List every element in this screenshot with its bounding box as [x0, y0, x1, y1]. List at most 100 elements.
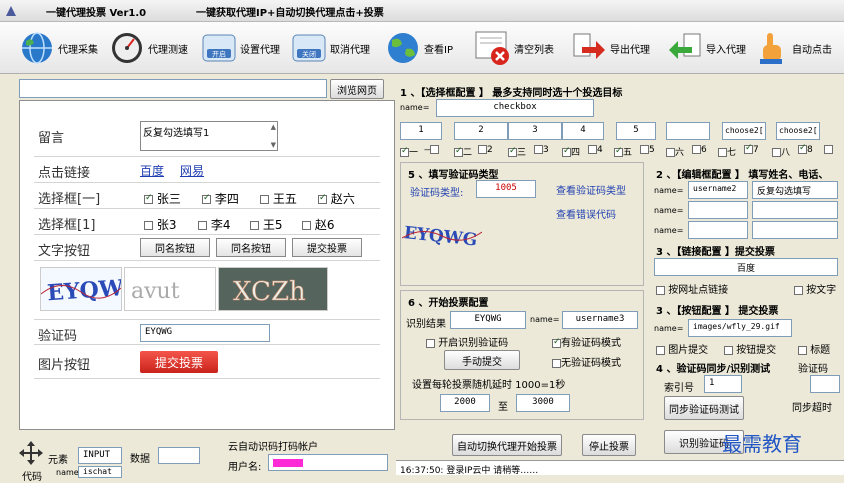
sec1-value-2[interactable]: 2	[454, 122, 508, 140]
sec2-name-input-3[interactable]	[688, 221, 748, 239]
opt-click-by-text[interactable]: 按文字	[794, 281, 836, 296]
attr-value-input[interactable]: ischat	[78, 466, 122, 478]
sec1-check-blank-7[interactable]: 7	[744, 143, 759, 155]
sec1-check-6[interactable]: 六	[666, 145, 684, 158]
sec1-check-9[interactable]	[824, 145, 833, 155]
sec1-check-2[interactable]: 二	[454, 145, 472, 158]
set-proxy-button[interactable]: 开启 设置代理	[200, 28, 280, 68]
checkbox-wangwu[interactable]: 王五	[260, 190, 297, 207]
captcha-type-input[interactable]: 1005	[476, 180, 536, 198]
stop-vote-button[interactable]: 停止投票	[582, 434, 636, 456]
checkbox-lisi[interactable]: 李四	[202, 190, 239, 207]
sec1-check-blank-5[interactable]: 5	[640, 145, 655, 155]
sec1-check-blank-3[interactable]: 3	[534, 145, 549, 155]
sec1-check-3[interactable]: 三	[508, 145, 526, 158]
sec1-check-8[interactable]: 八	[772, 145, 790, 158]
sec1-value-5[interactable]: 5	[616, 122, 656, 140]
browse-webpage-button[interactable]: 浏览网页	[330, 79, 384, 99]
captcha-input[interactable]: EYQWG	[140, 324, 270, 342]
sec1-check-7[interactable]: 七	[718, 145, 736, 158]
result-input[interactable]: EYQWG	[450, 311, 526, 329]
sec2-name-input-1[interactable]: username2	[688, 181, 748, 199]
scroll-down-icon[interactable]: ▼	[271, 141, 276, 149]
captcha-image-3: XCZh	[218, 267, 328, 311]
auto-click-button[interactable]: 自动点击	[752, 28, 832, 68]
move-cross-icon[interactable]	[18, 440, 44, 466]
sec1-check-blank-1[interactable]	[430, 145, 439, 155]
section1-title: 1 、【选择框配置 】 最多支持同时选十个投选目标	[400, 88, 623, 99]
sec1-check-5[interactable]: 五	[614, 145, 632, 158]
sec1-value-7[interactable]: choose2[	[722, 122, 766, 140]
sec1-value-1[interactable]: 1	[400, 122, 442, 140]
sec2-value-input-3[interactable]	[752, 221, 838, 239]
proxy-collect-button[interactable]: 代理采集	[18, 28, 98, 68]
export-proxy-button[interactable]: 导出代理	[570, 28, 650, 68]
clear-list-button[interactable]: 清空列表	[474, 28, 554, 68]
speedometer-icon	[108, 29, 146, 67]
sec2-value-input-2[interactable]	[752, 201, 838, 219]
manual-submit-button[interactable]: 手动提交	[444, 350, 520, 370]
opt-button-submit[interactable]: 按钮提交	[724, 341, 776, 356]
element-input[interactable]: INPUT	[78, 447, 122, 464]
cancel-proxy-button[interactable]: 关闭 取消代理	[290, 28, 370, 68]
sec1-value-3[interactable]: 3	[508, 122, 562, 140]
captcha-image-1: EYQWG	[40, 267, 143, 311]
username-input[interactable]	[268, 454, 388, 471]
view-error-code-link[interactable]: 查看错误代码	[556, 206, 616, 221]
sec1-name-input[interactable]: checkbox	[436, 99, 594, 117]
sync-captcha-test-button[interactable]: 同步验证码测试	[664, 396, 744, 420]
delay-to-input[interactable]: 3000	[516, 394, 570, 412]
import-proxy-button[interactable]: 导入代理	[666, 28, 746, 68]
same-name-button-1[interactable]: 同名按钮	[140, 238, 210, 257]
view-captcha-type-link[interactable]: 查看验证码类型	[556, 182, 626, 197]
link-netease[interactable]: 网易	[180, 162, 204, 179]
svg-text:EYQWG: EYQWG	[46, 274, 121, 307]
checkbox-zhao6[interactable]: 赵6	[302, 216, 334, 233]
sec1-value-8[interactable]: choose2[	[776, 122, 820, 140]
sec3b-name-input[interactable]: images/wfly_29.gif	[688, 319, 792, 337]
checkbox-zhang3[interactable]: 张3	[144, 216, 176, 233]
opt-without-captcha[interactable]: 无验证码模式	[552, 354, 621, 369]
link-text-input[interactable]: 百度	[654, 258, 838, 276]
checkbox-li4[interactable]: 李4	[198, 216, 230, 233]
sec1-value-6[interactable]	[666, 122, 710, 140]
sec6-name-input[interactable]: username3	[562, 311, 638, 329]
checkbox-group-1-row: 选择框[一] 张三 李四 王五 赵六	[34, 183, 380, 209]
sec1-check-1[interactable]: 一	[400, 145, 418, 158]
sec1-check-blank-8[interactable]: 8	[798, 143, 813, 155]
checkbox-zhangsan[interactable]: 张三	[144, 190, 181, 207]
check-ip-button[interactable]: 查看IP	[384, 28, 453, 68]
opt-click-by-url[interactable]: 按网址点链接	[656, 281, 728, 296]
sec1-check-4[interactable]: 四	[562, 145, 580, 158]
index-input[interactable]: 1	[704, 375, 742, 393]
start-vote-button[interactable]: 自动切换代理开始投票	[452, 434, 562, 456]
opt-with-captcha[interactable]: 有验证码模式	[552, 334, 621, 349]
submit-vote-text-button[interactable]: 提交投票	[292, 238, 362, 257]
submit-vote-image-button[interactable]: 提交投票	[140, 351, 218, 373]
opt-image-submit[interactable]: 图片提交	[656, 341, 708, 356]
sec1-value-4[interactable]: 4	[562, 122, 604, 140]
sec2-name-input-2[interactable]	[688, 201, 748, 219]
same-name-button-2[interactable]: 同名按钮	[216, 238, 286, 257]
section6-title: 6 、开始投票配置	[408, 298, 489, 309]
clear-list-icon	[474, 29, 512, 67]
section3-button-title: 3 、【按钮配置 】 提交投票	[656, 306, 779, 317]
title-bar: 一键代理投票 Ver1.0 一键获取代理IP+自动切换代理点击+投票	[0, 0, 844, 22]
sec1-check-blank-2[interactable]: 2	[478, 145, 493, 155]
opt-title-submit[interactable]: 标题	[798, 341, 830, 356]
sec4-extra-input[interactable]	[810, 375, 840, 393]
checkbox-wang5[interactable]: 王5	[250, 216, 282, 233]
sec2-value-input-1[interactable]: 反复勾选填写	[752, 181, 838, 199]
proxy-speedtest-button[interactable]: 代理测速	[108, 28, 188, 68]
checkbox-zhaoliu[interactable]: 赵六	[318, 190, 355, 207]
sec1-check-blank-4[interactable]: 4	[588, 145, 603, 155]
status-log: 16:37:50: 登录IP云中 请稍等……	[396, 460, 844, 475]
delay-from-input[interactable]: 2000	[440, 394, 490, 412]
data-input[interactable]	[158, 447, 200, 464]
url-input[interactable]	[19, 79, 327, 98]
sec1-check-blank-6[interactable]: 6	[692, 145, 707, 155]
opt-recognize-captcha[interactable]: 开启识别验证码	[426, 334, 508, 349]
link-baidu[interactable]: 百度	[140, 162, 164, 179]
scroll-up-icon[interactable]: ▲	[271, 123, 276, 131]
comment-textarea[interactable]: 反复勾选填写1 ▲ ▼	[140, 121, 278, 151]
